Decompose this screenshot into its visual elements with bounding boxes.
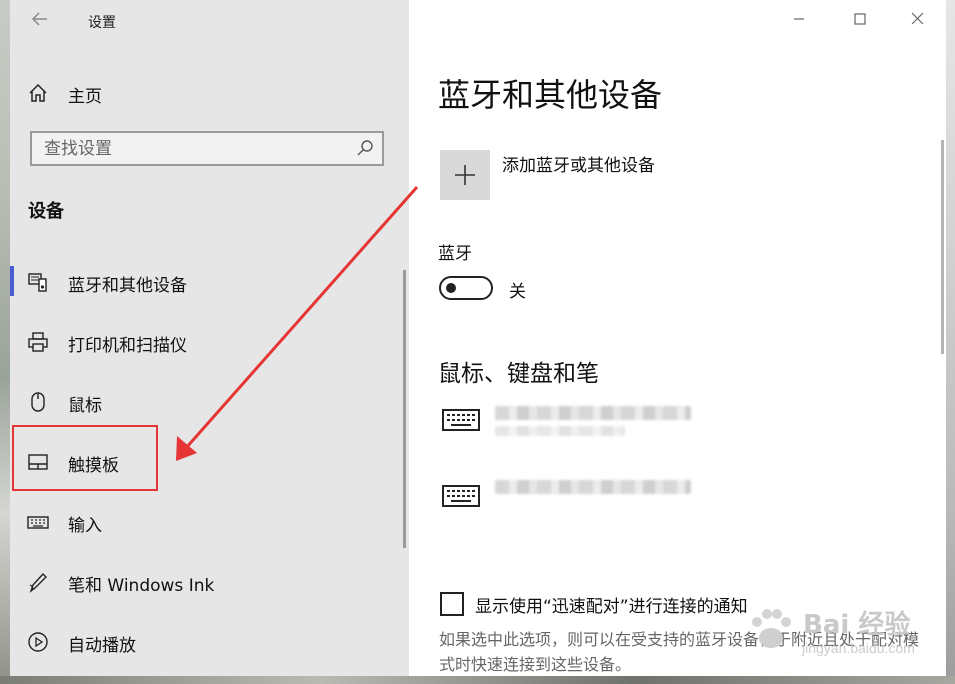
- close-button[interactable]: [899, 6, 935, 34]
- plus-icon: [455, 165, 475, 185]
- mouse-keyboard-pen-heading: 鼠标、键盘和笔: [438, 361, 599, 387]
- back-arrow-icon: [31, 12, 47, 26]
- bluetooth-devices-icon: [27, 271, 49, 293]
- sidebar-item-label: 自动播放: [68, 636, 136, 656]
- bluetooth-label: 蓝牙: [438, 244, 472, 264]
- blurred-device-name: [495, 480, 691, 494]
- sidebar-scrollbar[interactable]: [403, 270, 406, 548]
- sidebar-item-label: 触摸板: [68, 456, 119, 476]
- minimize-button[interactable]: [781, 6, 817, 34]
- keyboard-icon: [442, 409, 480, 431]
- home-icon: [27, 82, 49, 104]
- blurred-device-status: [495, 426, 625, 436]
- touchpad-icon: [27, 451, 49, 473]
- blurred-device-name: [495, 406, 691, 420]
- section-title: 设备: [28, 201, 64, 222]
- window-title: 设置: [88, 15, 116, 31]
- sidebar-item-label: 蓝牙和其他设备: [68, 276, 187, 296]
- sidebar-item-bluetooth[interactable]: 蓝牙和其他设备: [10, 259, 409, 305]
- pen-icon: [27, 571, 49, 593]
- desktop-background: [0, 0, 10, 684]
- search-icon[interactable]: [356, 139, 374, 157]
- settings-window: 设置 主页 设备 蓝牙和其他设备 打印机和扫描仪: [10, 0, 946, 676]
- sidebar-item-label: 主页: [68, 87, 102, 107]
- bluetooth-toggle[interactable]: [439, 276, 493, 300]
- sidebar-item-label: 输入: [68, 516, 102, 536]
- swift-pair-description: 如果选中此选项，则可以在受支持的蓝牙设备位于附近且处于配对模式时快速连接到这些设…: [439, 630, 920, 674]
- swift-pair-checkbox[interactable]: [440, 592, 464, 616]
- sidebar: 设置 主页 设备 蓝牙和其他设备 打印机和扫描仪: [10, 0, 409, 676]
- page-title: 蓝牙和其他设备: [438, 76, 663, 114]
- device-keyboard-2[interactable]: [441, 482, 481, 510]
- sidebar-item-label: 打印机和扫描仪: [68, 336, 187, 356]
- device-keyboard-1[interactable]: [441, 406, 481, 434]
- autoplay-icon: [27, 631, 49, 653]
- sidebar-item-printers[interactable]: 打印机和扫描仪: [10, 319, 409, 365]
- sidebar-item-mouse[interactable]: 鼠标: [10, 379, 409, 425]
- maximize-icon: [854, 13, 866, 25]
- keyboard-icon: [27, 511, 49, 533]
- bluetooth-state-text: 关: [509, 282, 526, 302]
- sidebar-item-autoplay[interactable]: 自动播放: [10, 619, 409, 665]
- printer-icon: [27, 331, 49, 353]
- toggle-knob: [446, 283, 456, 293]
- back-button[interactable]: [28, 10, 52, 32]
- mouse-icon: [27, 391, 49, 413]
- sidebar-item-touchpad[interactable]: 触摸板: [10, 439, 409, 485]
- keyboard-icon: [442, 485, 480, 507]
- search-input[interactable]: [32, 133, 354, 164]
- sidebar-item-typing[interactable]: 输入: [10, 499, 409, 545]
- add-device-button[interactable]: [440, 150, 490, 200]
- sidebar-item-pen[interactable]: 笔和 Windows Ink: [10, 559, 409, 605]
- add-device-label[interactable]: 添加蓝牙或其他设备: [502, 151, 655, 176]
- sidebar-item-home[interactable]: 主页: [10, 70, 409, 116]
- search-box[interactable]: [30, 131, 384, 166]
- desktop-background-bottom: [0, 676, 955, 684]
- maximize-button[interactable]: [842, 6, 878, 34]
- sidebar-item-label: 鼠标: [68, 396, 102, 416]
- swift-pair-label: 显示使用“迅速配对”进行连接的通知: [475, 597, 748, 617]
- sidebar-item-label: 笔和 Windows Ink: [68, 576, 215, 596]
- main-scrollbar[interactable]: [941, 140, 944, 354]
- desktop-background-right: [946, 0, 955, 684]
- close-icon: [911, 12, 923, 25]
- main-content: 蓝牙和其他设备 添加蓝牙或其他设备 蓝牙 关 鼠标、键盘和笔 显示使用“迅速配对…: [409, 0, 946, 676]
- minimize-icon: [794, 18, 804, 20]
